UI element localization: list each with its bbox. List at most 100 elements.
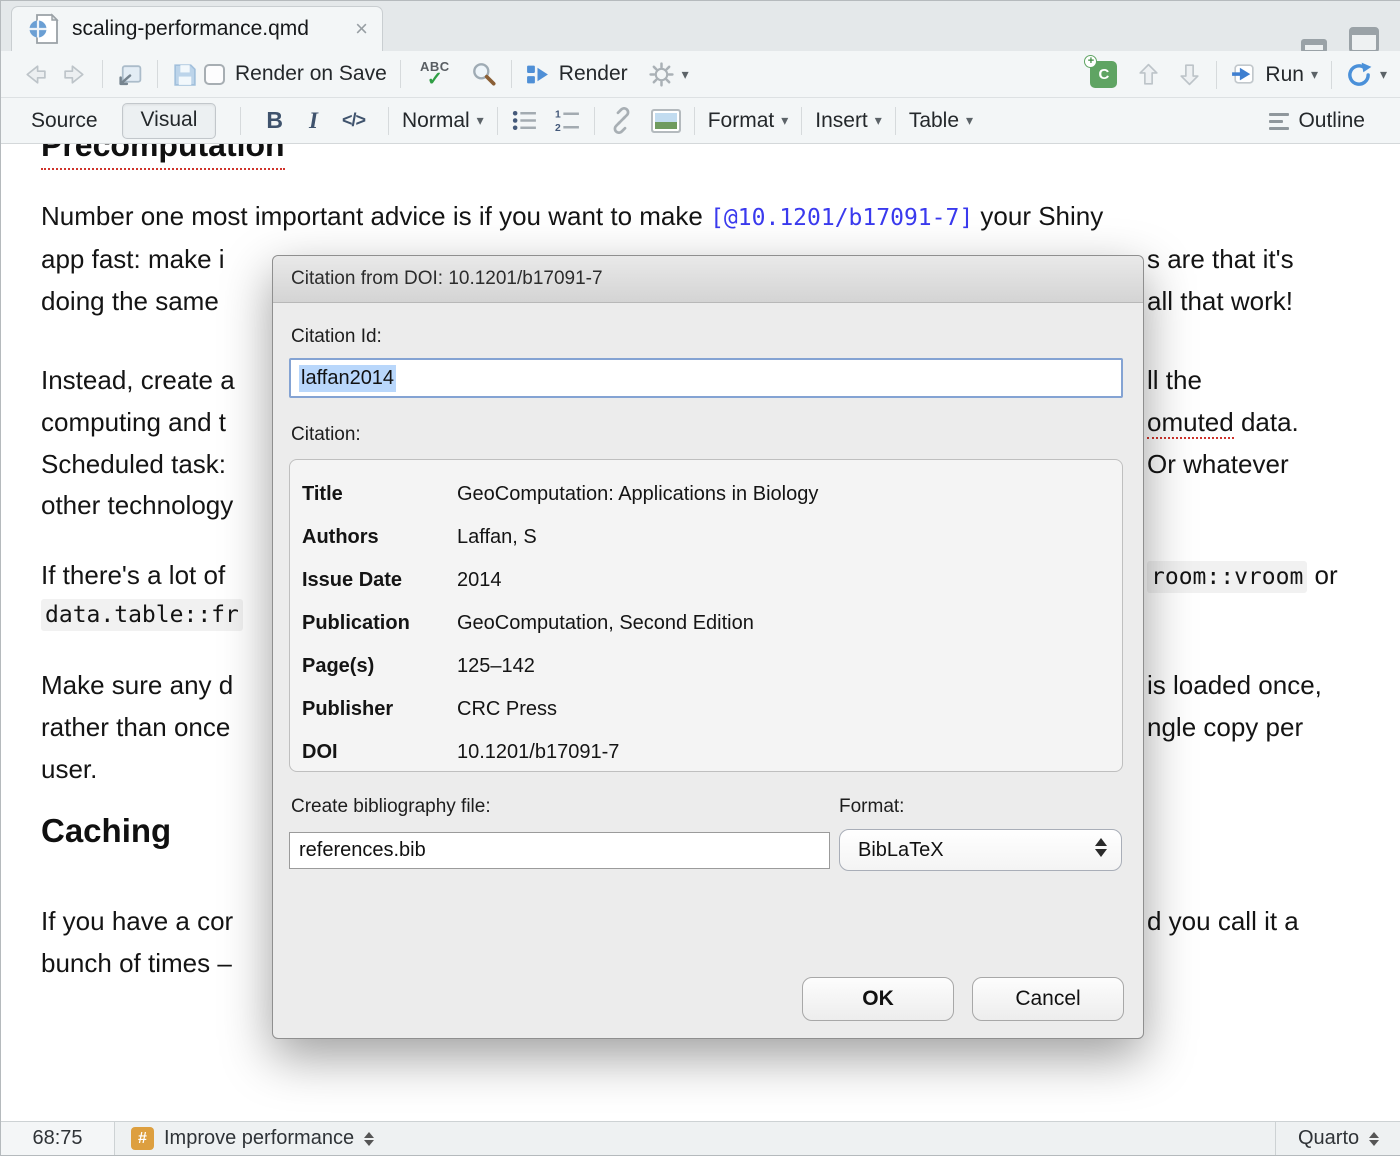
source-mode-button[interactable]: Source bbox=[31, 109, 98, 133]
bold-button[interactable]: B bbox=[266, 107, 283, 134]
citation-field-row: Title GeoComputation: Applications in Bi… bbox=[302, 473, 1110, 516]
bullet-list-icon[interactable] bbox=[511, 107, 538, 134]
divider bbox=[895, 107, 896, 135]
back-icon[interactable] bbox=[21, 61, 48, 88]
chevron-down-icon: ▾ bbox=[875, 112, 882, 129]
line-text: omuted data. bbox=[1147, 407, 1299, 438]
divider bbox=[1216, 61, 1217, 89]
maximize-icon[interactable] bbox=[1349, 27, 1379, 53]
hash-icon: # bbox=[131, 1127, 154, 1150]
status-bar: 68:75 # Improve performance Quarto bbox=[1, 1121, 1400, 1155]
chevron-down-icon: ▾ bbox=[682, 66, 689, 83]
inline-code: data.table::fr bbox=[41, 599, 243, 631]
code-button[interactable]: </> bbox=[342, 110, 365, 131]
arrow-down-icon[interactable] bbox=[1176, 61, 1203, 88]
render-on-save-checkbox[interactable] bbox=[204, 64, 225, 85]
format-select[interactable]: BibLaTeX bbox=[839, 829, 1122, 871]
selected-text: laffan2014 bbox=[299, 365, 396, 392]
dialog-title-bar: Citation from DOI: 10.1201/b17091-7 bbox=[273, 256, 1143, 303]
format-label: Format: bbox=[839, 796, 904, 818]
ok-button[interactable]: OK bbox=[802, 977, 954, 1021]
rstudio-window: { "colors": { "accent_blue": "#4f8fd6", … bbox=[0, 0, 1400, 1156]
chevron-down-icon: ▾ bbox=[966, 112, 973, 129]
field-label: DOI bbox=[302, 741, 457, 764]
line-text: all that work! bbox=[1147, 286, 1293, 317]
render-label: Render bbox=[559, 62, 628, 86]
section-selector[interactable]: # Improve performance bbox=[115, 1127, 374, 1150]
field-label: Publisher bbox=[302, 698, 457, 721]
link-icon[interactable] bbox=[608, 107, 635, 134]
inline-code: room::vroom bbox=[1147, 561, 1307, 593]
insert-chunk-icon[interactable]: C + bbox=[1090, 61, 1117, 88]
citation-id-input[interactable]: laffan2014 bbox=[289, 358, 1123, 398]
editor-tab[interactable]: scaling-performance.qmd × bbox=[11, 6, 383, 51]
minimize-slot bbox=[1305, 45, 1323, 50]
citation-field-row: DOI 10.1201/b17091-7 bbox=[302, 731, 1110, 774]
line-text: ngle copy per bbox=[1147, 712, 1303, 743]
arrow-up-icon[interactable] bbox=[1135, 61, 1162, 88]
svg-text:2: 2 bbox=[555, 123, 561, 134]
popout-icon[interactable] bbox=[116, 61, 144, 88]
updown-icon bbox=[1369, 1132, 1379, 1146]
visual-mode-button[interactable]: Visual bbox=[122, 103, 217, 139]
divider bbox=[388, 107, 389, 135]
citation-field-row: Publication GeoComputation, Second Editi… bbox=[302, 602, 1110, 645]
field-value: GeoComputation, Second Edition bbox=[457, 612, 754, 635]
table-menu[interactable]: Table ▾ bbox=[909, 109, 973, 133]
spellcheck-icon[interactable]: ABC ✓ bbox=[414, 60, 456, 89]
run-label: Run bbox=[1265, 63, 1304, 87]
close-icon[interactable]: × bbox=[355, 18, 368, 40]
outline-icon bbox=[1269, 113, 1289, 130]
heading-caching[interactable]: Caching bbox=[41, 812, 171, 850]
citation-token[interactable]: [@10.1201/b17091-7] bbox=[710, 205, 973, 231]
svg-text:1: 1 bbox=[555, 109, 561, 120]
source-rerun-button[interactable]: ▾ bbox=[1345, 61, 1387, 89]
mode-selector[interactable]: Quarto bbox=[1275, 1122, 1387, 1155]
italic-button[interactable]: I bbox=[309, 108, 318, 134]
toolbar-right-group: C + Run ▾ ▾ bbox=[1090, 51, 1387, 98]
save-icon[interactable] bbox=[171, 61, 198, 88]
search-icon[interactable] bbox=[470, 60, 498, 88]
divider bbox=[594, 107, 595, 135]
paragraph-style-dropdown[interactable]: Normal ▾ bbox=[402, 109, 484, 133]
chevron-down-icon: ▾ bbox=[781, 112, 788, 129]
field-value: CRC Press bbox=[457, 698, 557, 721]
select-stepper-icon bbox=[1095, 838, 1107, 857]
field-label: Page(s) bbox=[302, 655, 457, 678]
format-menu[interactable]: Format ▾ bbox=[708, 109, 789, 133]
cursor-position: 68:75 bbox=[1, 1122, 115, 1155]
bibliography-file-input[interactable]: references.bib bbox=[289, 832, 830, 869]
divider bbox=[102, 60, 103, 88]
heading-precomputation[interactable]: Precomputation bbox=[41, 144, 285, 170]
line-text: Make sure any d bbox=[41, 670, 233, 701]
outline-label: Outline bbox=[1298, 109, 1365, 133]
cancel-button[interactable]: Cancel bbox=[972, 977, 1124, 1021]
outline-toggle[interactable]: Outline bbox=[1269, 98, 1365, 144]
run-button[interactable]: Run ▾ bbox=[1230, 61, 1318, 88]
insert-menu[interactable]: Insert ▾ bbox=[815, 109, 882, 133]
field-label: Authors bbox=[302, 526, 457, 549]
chevron-down-icon: ▾ bbox=[1380, 66, 1387, 83]
line-text: Number one most important advice is if y… bbox=[41, 201, 1103, 232]
line-text: If there's a lot of bbox=[41, 560, 225, 591]
forward-icon[interactable] bbox=[62, 61, 89, 88]
render-options-button[interactable]: ▾ bbox=[648, 61, 689, 88]
format-menu-label: Format bbox=[708, 109, 775, 133]
citation-field-row: Authors Laffan, S bbox=[302, 516, 1110, 559]
line-text: is loaded once, bbox=[1147, 670, 1322, 701]
numbered-list-icon[interactable]: 1 2 bbox=[554, 107, 581, 134]
updown-icon bbox=[364, 1132, 374, 1146]
run-icon bbox=[1230, 61, 1257, 88]
image-icon[interactable] bbox=[651, 109, 681, 133]
citation-field-row: Issue Date 2014 bbox=[302, 559, 1110, 602]
insert-menu-label: Insert bbox=[815, 109, 868, 133]
line-text: rather than once bbox=[41, 712, 230, 743]
section-label: Improve performance bbox=[164, 1127, 354, 1150]
line-text: doing the same bbox=[41, 286, 219, 317]
line-text: your Shiny bbox=[973, 201, 1103, 231]
line-text: If you have a cor bbox=[41, 906, 233, 937]
line-text: Or whatever bbox=[1147, 449, 1289, 480]
render-button[interactable]: Render bbox=[525, 62, 628, 87]
line-text: Number one most important advice is if y… bbox=[41, 201, 710, 231]
dialog-title: Citation from DOI: 10.1201/b17091-7 bbox=[291, 268, 603, 290]
